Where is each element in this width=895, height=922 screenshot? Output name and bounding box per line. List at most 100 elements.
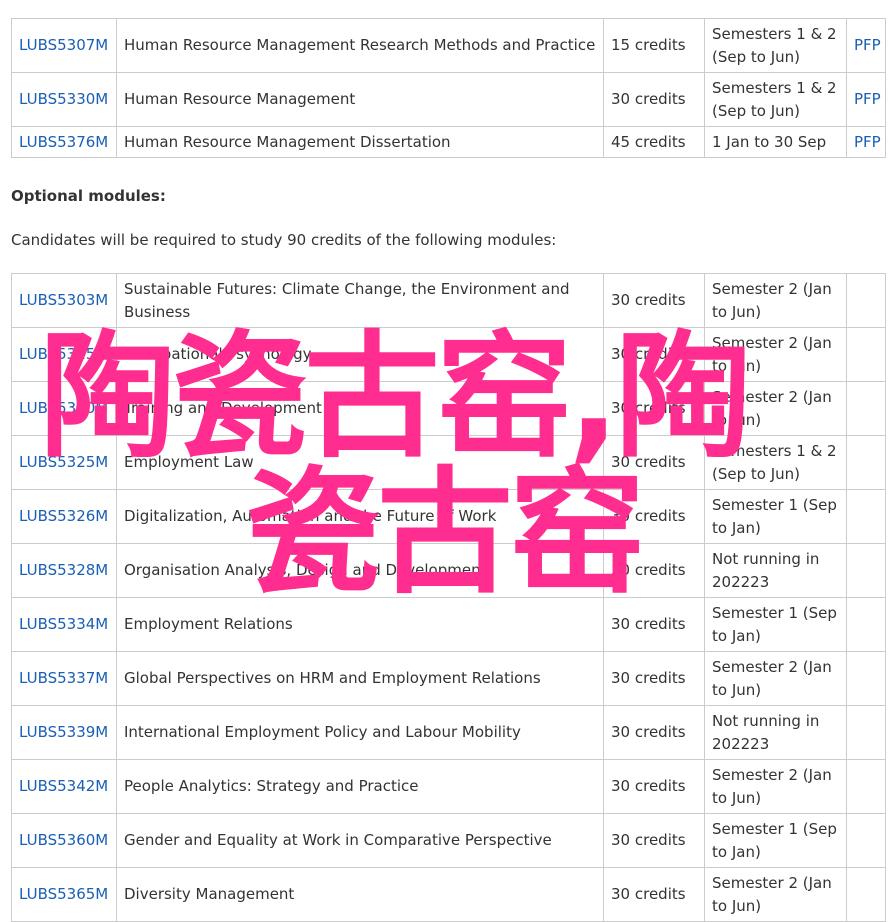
- module-code-link[interactable]: LUBS5365M: [19, 885, 108, 903]
- module-pfp-cell: [846, 705, 886, 760]
- module-code-cell: LUBS5337M: [11, 651, 117, 706]
- module-code-link[interactable]: LUBS5360M: [19, 831, 108, 849]
- module-code-link[interactable]: LUBS5339M: [19, 723, 108, 741]
- module-credits: 30 credits: [603, 327, 705, 382]
- module-semester: Not running in 202223: [704, 705, 847, 760]
- module-pfp-cell: [846, 489, 886, 544]
- module-credits: 30 credits: [603, 651, 705, 706]
- module-row: LUBS5330M Human Resource Management 30 cre…: [11, 72, 886, 127]
- module-pfp-cell: [846, 651, 886, 706]
- module-semester: Semesters 1 & 2 (Sep to Jun): [704, 18, 847, 73]
- module-code-link[interactable]: LUBS5376M: [19, 133, 108, 151]
- module-credits: 30 credits: [603, 813, 705, 868]
- module-semester: Semester 2 (Jan to Jun): [704, 867, 847, 922]
- module-credits: 30 credits: [603, 273, 705, 328]
- module-pfp-cell: [846, 543, 886, 598]
- module-title: Digitalization, Automation and the Futur…: [116, 489, 604, 544]
- pfp-link[interactable]: PFP: [854, 36, 881, 54]
- module-credits: 30 credits: [603, 435, 705, 490]
- module-code-cell: LUBS5320M: [11, 381, 117, 436]
- module-semester: Semesters 1 & 2 (Sep to Jun): [704, 72, 847, 127]
- pfp-link[interactable]: PFP: [854, 133, 881, 151]
- module-credits: 30 credits: [603, 597, 705, 652]
- module-pfp-cell: [846, 867, 886, 922]
- module-title: Employment Law: [116, 435, 604, 490]
- module-code-link[interactable]: LUBS5320M: [19, 399, 108, 417]
- module-semester: Semester 2 (Jan to Jun): [704, 273, 847, 328]
- module-row: LUBS5376M Human Resource Management Disse…: [11, 126, 886, 158]
- module-pfp-cell: [846, 813, 886, 868]
- optional-modules-table: LUBS5303M Sustainable Futures: Climate Ch…: [11, 273, 886, 922]
- module-title: Human Resource Management Research Metho…: [116, 18, 604, 73]
- module-row: LUBS5320M Training and Development 30 cred…: [11, 381, 886, 436]
- module-title: Organisation Analysis, Design and Develo…: [116, 543, 604, 598]
- module-semester: Semester 2 (Jan to Jun): [704, 327, 847, 382]
- module-code-link[interactable]: LUBS5326M: [19, 507, 108, 525]
- module-title: Sustainable Futures: Climate Change, the…: [116, 273, 604, 328]
- module-row: LUBS5303M Sustainable Futures: Climate Ch…: [11, 273, 886, 328]
- module-row: LUBS5325M Employment Law 30 credits Semeste…: [11, 435, 886, 490]
- module-code-cell: LUBS5334M: [11, 597, 117, 652]
- module-pfp-cell: [846, 327, 886, 382]
- module-code-cell: LUBS5365M: [11, 867, 117, 922]
- module-row: LUBS5307M Human Resource Management Resea…: [11, 18, 886, 73]
- module-code-cell: LUBS5303M: [11, 273, 117, 328]
- module-code-cell: LUBS5330M: [11, 72, 117, 127]
- module-code-cell: LUBS5328M: [11, 543, 117, 598]
- optional-modules-heading: Optional modules:: [11, 187, 166, 205]
- module-pfp-cell: [846, 435, 886, 490]
- module-code-link[interactable]: LUBS5330M: [19, 90, 108, 108]
- module-semester: 1 Jan to 30 Sep: [704, 126, 847, 158]
- module-title: Human Resource Management: [116, 72, 604, 127]
- module-title: Occupational Psychology: [116, 327, 604, 382]
- module-row: LUBS5326M Digitalization, Automation and …: [11, 489, 886, 544]
- module-semester: Semester 2 (Jan to Jun): [704, 651, 847, 706]
- module-pfp-cell: [846, 759, 886, 814]
- module-semester: Not running in 202223: [704, 543, 847, 598]
- compulsory-modules-table: LUBS5307M Human Resource Management Resea…: [11, 18, 886, 158]
- module-credits: 30 credits: [603, 489, 705, 544]
- module-semester: Semesters 1 & 2 (Sep to Jun): [704, 435, 847, 490]
- module-code-link[interactable]: LUBS5307M: [19, 36, 108, 54]
- module-row: LUBS5339M International Employment Policy…: [11, 705, 886, 760]
- module-row: LUBS5337M Global Perspectives on HRM and …: [11, 651, 886, 706]
- module-credits: 30 credits: [603, 705, 705, 760]
- pfp-link[interactable]: PFP: [854, 90, 881, 108]
- module-code-link[interactable]: LUBS5337M: [19, 669, 108, 687]
- module-credits: 30 credits: [603, 72, 705, 127]
- module-code-cell: LUBS5326M: [11, 489, 117, 544]
- module-pfp-cell: [846, 381, 886, 436]
- module-pfp-cell: PFP: [846, 18, 886, 73]
- module-code-link[interactable]: LUBS5325M: [19, 453, 108, 471]
- module-semester: Semester 1 (Sep to Jan): [704, 597, 847, 652]
- module-pfp-cell: [846, 597, 886, 652]
- optional-modules-intro: Candidates will be required to study 90 …: [11, 231, 557, 249]
- module-code-link[interactable]: LUBS5315M: [19, 345, 108, 363]
- module-credits: 45 credits: [603, 126, 705, 158]
- module-semester: Semester 1 (Sep to Jan): [704, 813, 847, 868]
- module-code-link[interactable]: LUBS5328M: [19, 561, 108, 579]
- module-code-link[interactable]: LUBS5303M: [19, 291, 108, 309]
- module-code-cell: LUBS5376M: [11, 126, 117, 158]
- module-credits: 30 credits: [603, 867, 705, 922]
- module-code-cell: LUBS5315M: [11, 327, 117, 382]
- module-semester: Semester 2 (Jan to Jun): [704, 759, 847, 814]
- module-title: Diversity Management: [116, 867, 604, 922]
- module-row: LUBS5334M Employment Relations 30 credits S…: [11, 597, 886, 652]
- module-code-cell: LUBS5307M: [11, 18, 117, 73]
- module-title: People Analytics: Strategy and Practice: [116, 759, 604, 814]
- module-semester: Semester 1 (Sep to Jan): [704, 489, 847, 544]
- module-row: LUBS5342M People Analytics: Strategy and …: [11, 759, 886, 814]
- module-code-cell: LUBS5360M: [11, 813, 117, 868]
- module-code-link[interactable]: LUBS5342M: [19, 777, 108, 795]
- module-code-cell: LUBS5325M: [11, 435, 117, 490]
- module-credits: 30 credits: [603, 759, 705, 814]
- module-listing: LUBS5307M Human Resource Management Resea…: [11, 18, 886, 922]
- module-title: Employment Relations: [116, 597, 604, 652]
- module-row: LUBS5315M Occupational Psychology 30 credi…: [11, 327, 886, 382]
- module-row: LUBS5365M Diversity Management 30 credits S…: [11, 867, 886, 922]
- module-code-link[interactable]: LUBS5334M: [19, 615, 108, 633]
- module-title: Human Resource Management Dissertation: [116, 126, 604, 158]
- module-credits: 30 credits: [603, 543, 705, 598]
- module-row: LUBS5360M Gender and Equality at Work in …: [11, 813, 886, 868]
